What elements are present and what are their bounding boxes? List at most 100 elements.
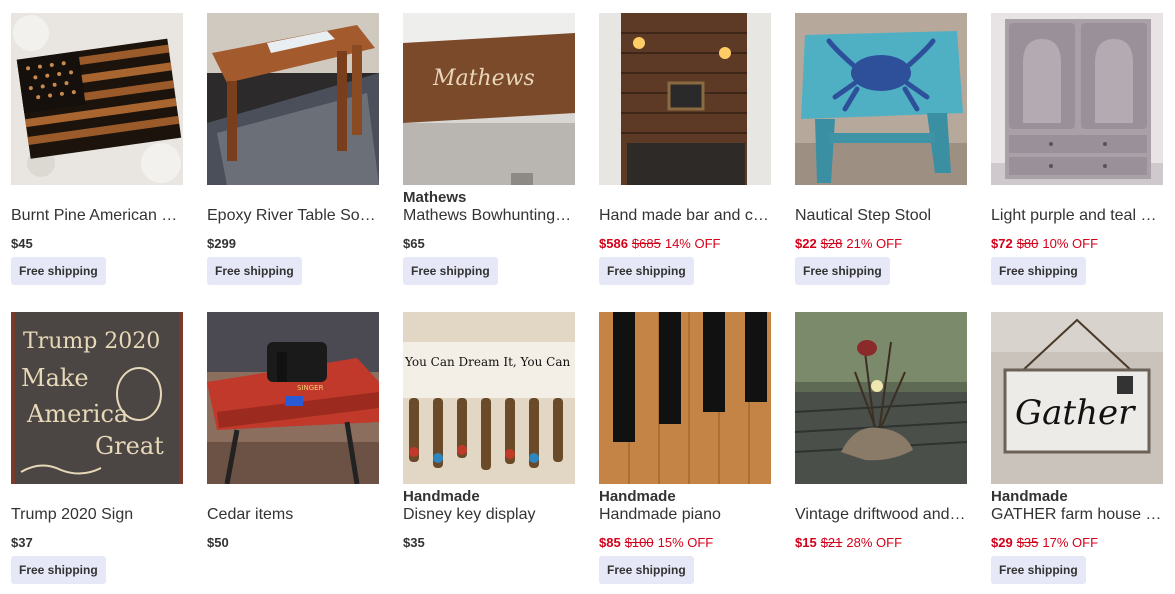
discount-label: 21% OFF (846, 236, 903, 251)
product-title[interactable]: Mathews Bowhunting Sign (403, 207, 575, 225)
burnt-flag-image (11, 13, 183, 185)
purple-cabinet-image (991, 13, 1163, 185)
discount-label: 14% OFF (664, 236, 721, 251)
product-card[interactable]: Nautical Step Stool $22 $28 21% OFF Free s… (795, 13, 967, 285)
trump-line-4: Great (95, 432, 164, 460)
product-price: $37 (11, 535, 33, 550)
singer-label: SINGER (297, 384, 324, 392)
product-brand: Handmade (599, 488, 676, 505)
price-row: $37 (11, 535, 33, 550)
product-title[interactable]: Nautical Step Stool (795, 207, 967, 225)
product-price: $65 (403, 236, 425, 251)
product-price: $22 (795, 236, 817, 251)
original-price: $35 (1016, 535, 1039, 550)
product-title[interactable]: Handmade piano (599, 506, 771, 524)
original-price: $100 (624, 535, 654, 550)
product-price: $50 (207, 535, 229, 550)
product-card[interactable]: Hand made bar and cabinet $586$68514% OF… (599, 13, 771, 285)
cedar-table-image: SINGER (207, 312, 379, 484)
product-title[interactable]: Epoxy River Table Solid Wood (207, 207, 379, 225)
product-card[interactable]: You Can Dream It, You Can Handmade Disne… (403, 312, 575, 550)
product-price: $29 (991, 535, 1013, 550)
product-card[interactable]: Gather Handmade GATHER farm house sign $… (991, 312, 1163, 584)
product-image[interactable]: Mathews (403, 13, 575, 185)
trump-line-3: America (26, 400, 128, 428)
original-price: $80 (1016, 236, 1039, 251)
product-title[interactable]: Hand made bar and cabinet (599, 207, 771, 225)
mathews-sign-image: Mathews (403, 13, 575, 185)
product-image[interactable]: Gather (991, 312, 1163, 484)
product-price: $35 (403, 535, 425, 550)
price-row: $586 $685 14% OFF (599, 236, 720, 251)
product-card[interactable]: Light purple and teal cabinet $72$8010% … (991, 13, 1163, 285)
free-shipping-badge: Free shipping (599, 257, 694, 285)
product-card[interactable]: Epoxy River Table Solid Wood $299 Free s… (207, 13, 379, 285)
product-card[interactable]: Handmade Handmade piano $85 $100 15% OFF F… (599, 312, 771, 584)
price-row: $35 (403, 535, 425, 550)
product-image[interactable] (599, 312, 771, 484)
price-row: $72 $80 10% OFF (991, 236, 1098, 251)
product-image[interactable] (207, 13, 379, 185)
product-price: $15 (795, 535, 817, 550)
product-image[interactable]: SINGER (207, 312, 379, 484)
product-title[interactable]: Trump 2020 Sign (11, 506, 183, 524)
piano-keys-image (599, 312, 771, 484)
trump-sign-image: Trump 2020 Make America Great (11, 312, 183, 484)
discount-label: 15% OFF (657, 535, 714, 550)
trump-line-1: Trump 2020 (23, 329, 160, 354)
product-title[interactable]: Light purple and teal cabinet (991, 207, 1163, 225)
product-price: $586 (599, 236, 628, 251)
product-card[interactable]: Trump 2020 Make America Great Trump 2020… (11, 312, 183, 584)
crab-stool-image (795, 13, 967, 185)
product-title[interactable]: Burnt Pine American Flag (11, 207, 183, 225)
original-price: $685 (631, 236, 661, 251)
price-row: $85 $100 15% OFF (599, 535, 713, 550)
product-image[interactable] (795, 312, 967, 484)
original-price: $21 (820, 535, 843, 550)
price-row: $29 $35 17% OFF (991, 535, 1098, 550)
product-card[interactable]: Vintage driftwood and flowers $15$2128% … (795, 312, 967, 550)
free-shipping-badge: Free shipping (795, 257, 890, 285)
price-row: $50 (207, 535, 229, 550)
product-price: $45 (11, 236, 33, 251)
gather-lettering: Gather (1015, 393, 1136, 433)
product-brand: Handmade (403, 488, 480, 505)
discount-label: 17% OFF (1042, 535, 1099, 550)
free-shipping-badge: Free shipping (991, 556, 1086, 584)
trump-line-2: Make (21, 364, 89, 392)
product-image[interactable] (991, 13, 1163, 185)
mathews-engraving: Mathews (432, 66, 535, 91)
gather-sign-image: Gather (991, 312, 1163, 484)
dream-text: You Can Dream It, You Can (404, 355, 571, 369)
driftwood-image (795, 312, 967, 484)
product-card[interactable]: Mathews Mathews Mathews Bowhunting Sign … (403, 13, 575, 285)
product-title[interactable]: Disney key display (403, 506, 575, 524)
product-card[interactable]: SINGER Cedar items $50 (207, 312, 379, 550)
product-image[interactable]: Trump 2020 Make America Great (11, 312, 183, 484)
product-image[interactable] (795, 13, 967, 185)
product-title[interactable]: GATHER farm house sign (991, 506, 1163, 524)
free-shipping-badge: Free shipping (991, 257, 1086, 285)
product-price: $85 (599, 535, 621, 550)
product-image[interactable] (599, 13, 771, 185)
product-brand: Handmade (991, 488, 1068, 505)
product-title[interactable]: Vintage driftwood and flowers (795, 506, 967, 524)
bar-cabinet-image (599, 13, 771, 185)
price-row: $45 (11, 236, 33, 251)
free-shipping-badge: Free shipping (599, 556, 694, 584)
key-display-image: You Can Dream It, You Can (403, 312, 575, 484)
price-row: $22 $28 21% OFF (795, 236, 902, 251)
discount-label: 28% OFF (846, 535, 903, 550)
product-card[interactable]: Burnt Pine American Flag $45 Free shippi… (11, 13, 183, 285)
free-shipping-badge: Free shipping (11, 556, 106, 584)
epoxy-table-image (207, 13, 379, 185)
price-row: $65 (403, 236, 425, 251)
product-price: $299 (207, 236, 236, 251)
original-price: $28 (820, 236, 843, 251)
product-title[interactable]: Cedar items (207, 506, 379, 524)
product-brand: Mathews (403, 189, 467, 206)
product-image[interactable]: You Can Dream It, You Can (403, 312, 575, 484)
free-shipping-badge: Free shipping (207, 257, 302, 285)
product-image[interactable] (11, 13, 183, 185)
product-price: $72 (991, 236, 1013, 251)
